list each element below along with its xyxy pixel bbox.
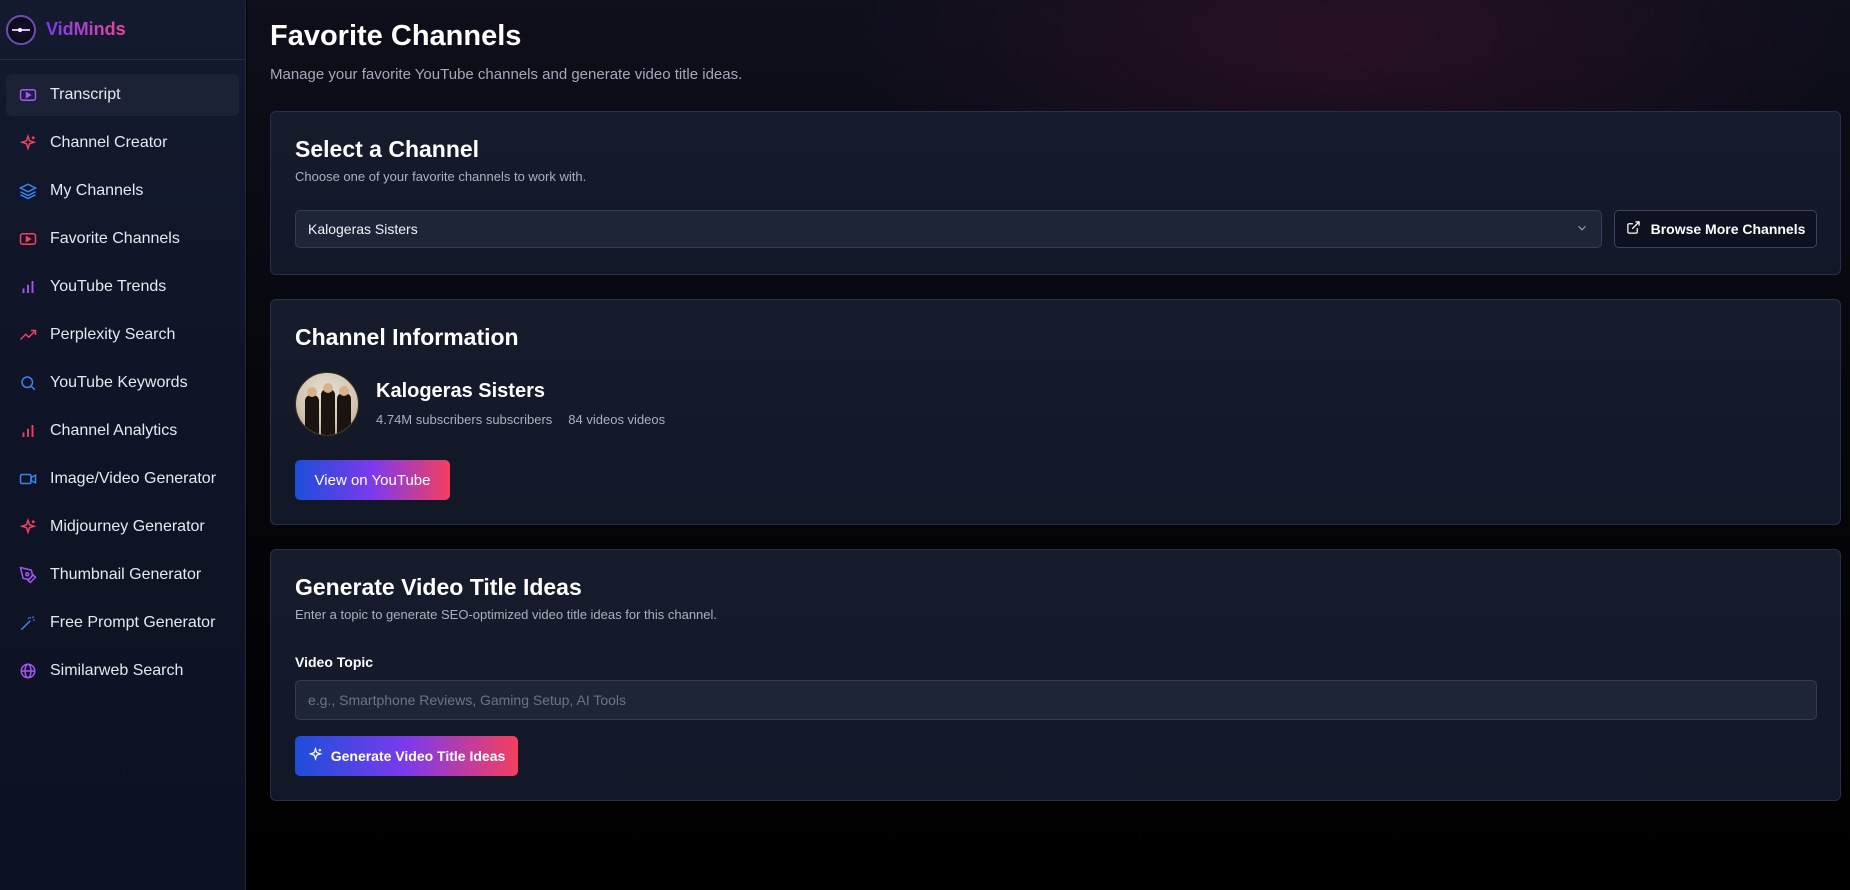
channel-videos: 84 videos videos bbox=[568, 412, 666, 427]
wand-icon bbox=[18, 613, 38, 633]
sidebar-item-label: Similarweb Search bbox=[50, 662, 184, 679]
generate-video-title-ideas-label: Generate Video Title Ideas bbox=[330, 748, 506, 764]
pen-tool-icon bbox=[18, 565, 38, 585]
sidebar-item-image-video-generator[interactable]: Image/Video Generator bbox=[6, 458, 239, 500]
channel-name: Kalogeras Sisters bbox=[376, 380, 545, 402]
youtube-icon bbox=[18, 85, 38, 105]
sidebar-item-similarweb-search[interactable]: Similarweb Search bbox=[6, 650, 239, 692]
sidebar-item-transcript[interactable]: Transcript bbox=[6, 74, 239, 116]
globe-icon bbox=[18, 661, 38, 681]
video-icon bbox=[18, 469, 38, 489]
sidebar-item-label: Channel Analytics bbox=[50, 422, 178, 439]
view-on-youtube-label: View on YouTube bbox=[314, 471, 431, 489]
page-subtitle: Manage your favorite YouTube channels an… bbox=[270, 66, 743, 83]
sidebar-item-label: Perplexity Search bbox=[50, 326, 176, 343]
sidebar-item-channel-creator[interactable]: Channel Creator bbox=[6, 122, 239, 164]
sidebar-item-thumbnail-generator[interactable]: Thumbnail Generator bbox=[6, 554, 239, 596]
trending-up-icon bbox=[18, 325, 38, 345]
sidebar-item-midjourney-generator[interactable]: Midjourney Generator bbox=[6, 506, 239, 548]
main-content: Favorite Channels Manage your favorite Y… bbox=[247, 0, 1850, 890]
sidebar-item-label: Midjourney Generator bbox=[50, 518, 205, 535]
sidebar-item-label: Free Prompt Generator bbox=[50, 614, 216, 631]
sidebar-item-label: Thumbnail Generator bbox=[50, 566, 202, 583]
sidebar-item-label: YouTube Trends bbox=[50, 278, 167, 295]
channel-avatar bbox=[295, 372, 359, 436]
sidebar-item-label: Image/Video Generator bbox=[50, 470, 217, 487]
select-channel-title: Select a Channel bbox=[295, 136, 480, 162]
select-channel-card: Select a Channel Choose one of your favo… bbox=[270, 111, 1841, 275]
sidebar-item-label: Channel Creator bbox=[50, 134, 168, 151]
sparkles-icon bbox=[18, 133, 38, 153]
select-channel-subtitle: Choose one of your favorite channels to … bbox=[295, 169, 587, 184]
sidebar-item-label: Transcript bbox=[50, 86, 121, 103]
generate-video-title-ideas-button[interactable]: Generate Video Title Ideas bbox=[295, 736, 518, 776]
sidebar-item-my-channels[interactable]: My Channels bbox=[6, 170, 239, 212]
browse-more-channels-label: Browse More Channels bbox=[1650, 221, 1806, 237]
page-title: Favorite Channels bbox=[270, 20, 522, 52]
sidebar-item-favorite-channels[interactable]: Favorite Channels bbox=[6, 218, 239, 260]
sidebar-item-free-prompt-generator[interactable]: Free Prompt Generator bbox=[6, 602, 239, 644]
sparkles-icon bbox=[18, 517, 38, 537]
bar-chart-icon bbox=[18, 277, 38, 297]
brand[interactable]: VidMinds bbox=[0, 0, 245, 60]
sidebar-item-label: Favorite Channels bbox=[50, 230, 180, 247]
external-link-icon bbox=[1626, 220, 1641, 238]
sidebar-item-channel-analytics[interactable]: Channel Analytics bbox=[6, 410, 239, 452]
channel-select[interactable]: Kalogeras Sisters bbox=[295, 210, 1602, 248]
chevron-down-icon bbox=[1575, 221, 1589, 238]
sidebar-item-perplexity-search[interactable]: Perplexity Search bbox=[6, 314, 239, 356]
sidebar-item-label: My Channels bbox=[50, 182, 144, 199]
sparkles-icon bbox=[308, 746, 323, 765]
generate-titles-card: Generate Video Title Ideas Enter a topic… bbox=[270, 549, 1841, 801]
sidebar-item-youtube-keywords[interactable]: YouTube Keywords bbox=[6, 362, 239, 404]
bar-chart-icon bbox=[18, 421, 38, 441]
brand-name: VidMinds bbox=[46, 19, 126, 39]
video-topic-label: Video Topic bbox=[295, 654, 374, 670]
channel-information-card: Channel Information Kalogeras Sisters 4.… bbox=[270, 299, 1841, 525]
youtube-icon bbox=[18, 229, 38, 249]
view-on-youtube-button[interactable]: View on YouTube bbox=[295, 460, 450, 500]
sidebar-item-label: YouTube Keywords bbox=[50, 374, 188, 391]
sidebar: VidMinds Transcript Channel Creator My C… bbox=[0, 0, 246, 890]
generate-titles-subtitle: Enter a topic to generate SEO-optimized … bbox=[295, 607, 718, 622]
browse-more-channels-button[interactable]: Browse More Channels bbox=[1614, 210, 1817, 248]
channel-stats: 4.74M subscribers subscribers 84 videos … bbox=[376, 412, 665, 427]
vidminds-logo-icon bbox=[6, 14, 36, 45]
layers-icon bbox=[18, 181, 38, 201]
generate-titles-title: Generate Video Title Ideas bbox=[295, 574, 582, 600]
channel-select-value: Kalogeras Sisters bbox=[308, 221, 418, 237]
video-topic-input[interactable] bbox=[295, 680, 1817, 720]
sidebar-item-youtube-trends[interactable]: YouTube Trends bbox=[6, 266, 239, 308]
channel-subscribers: 4.74M subscribers subscribers bbox=[376, 412, 553, 427]
channel-information-title: Channel Information bbox=[295, 324, 519, 350]
sidebar-nav: Transcript Channel Creator My Channels F… bbox=[0, 60, 245, 712]
search-icon bbox=[18, 373, 38, 393]
